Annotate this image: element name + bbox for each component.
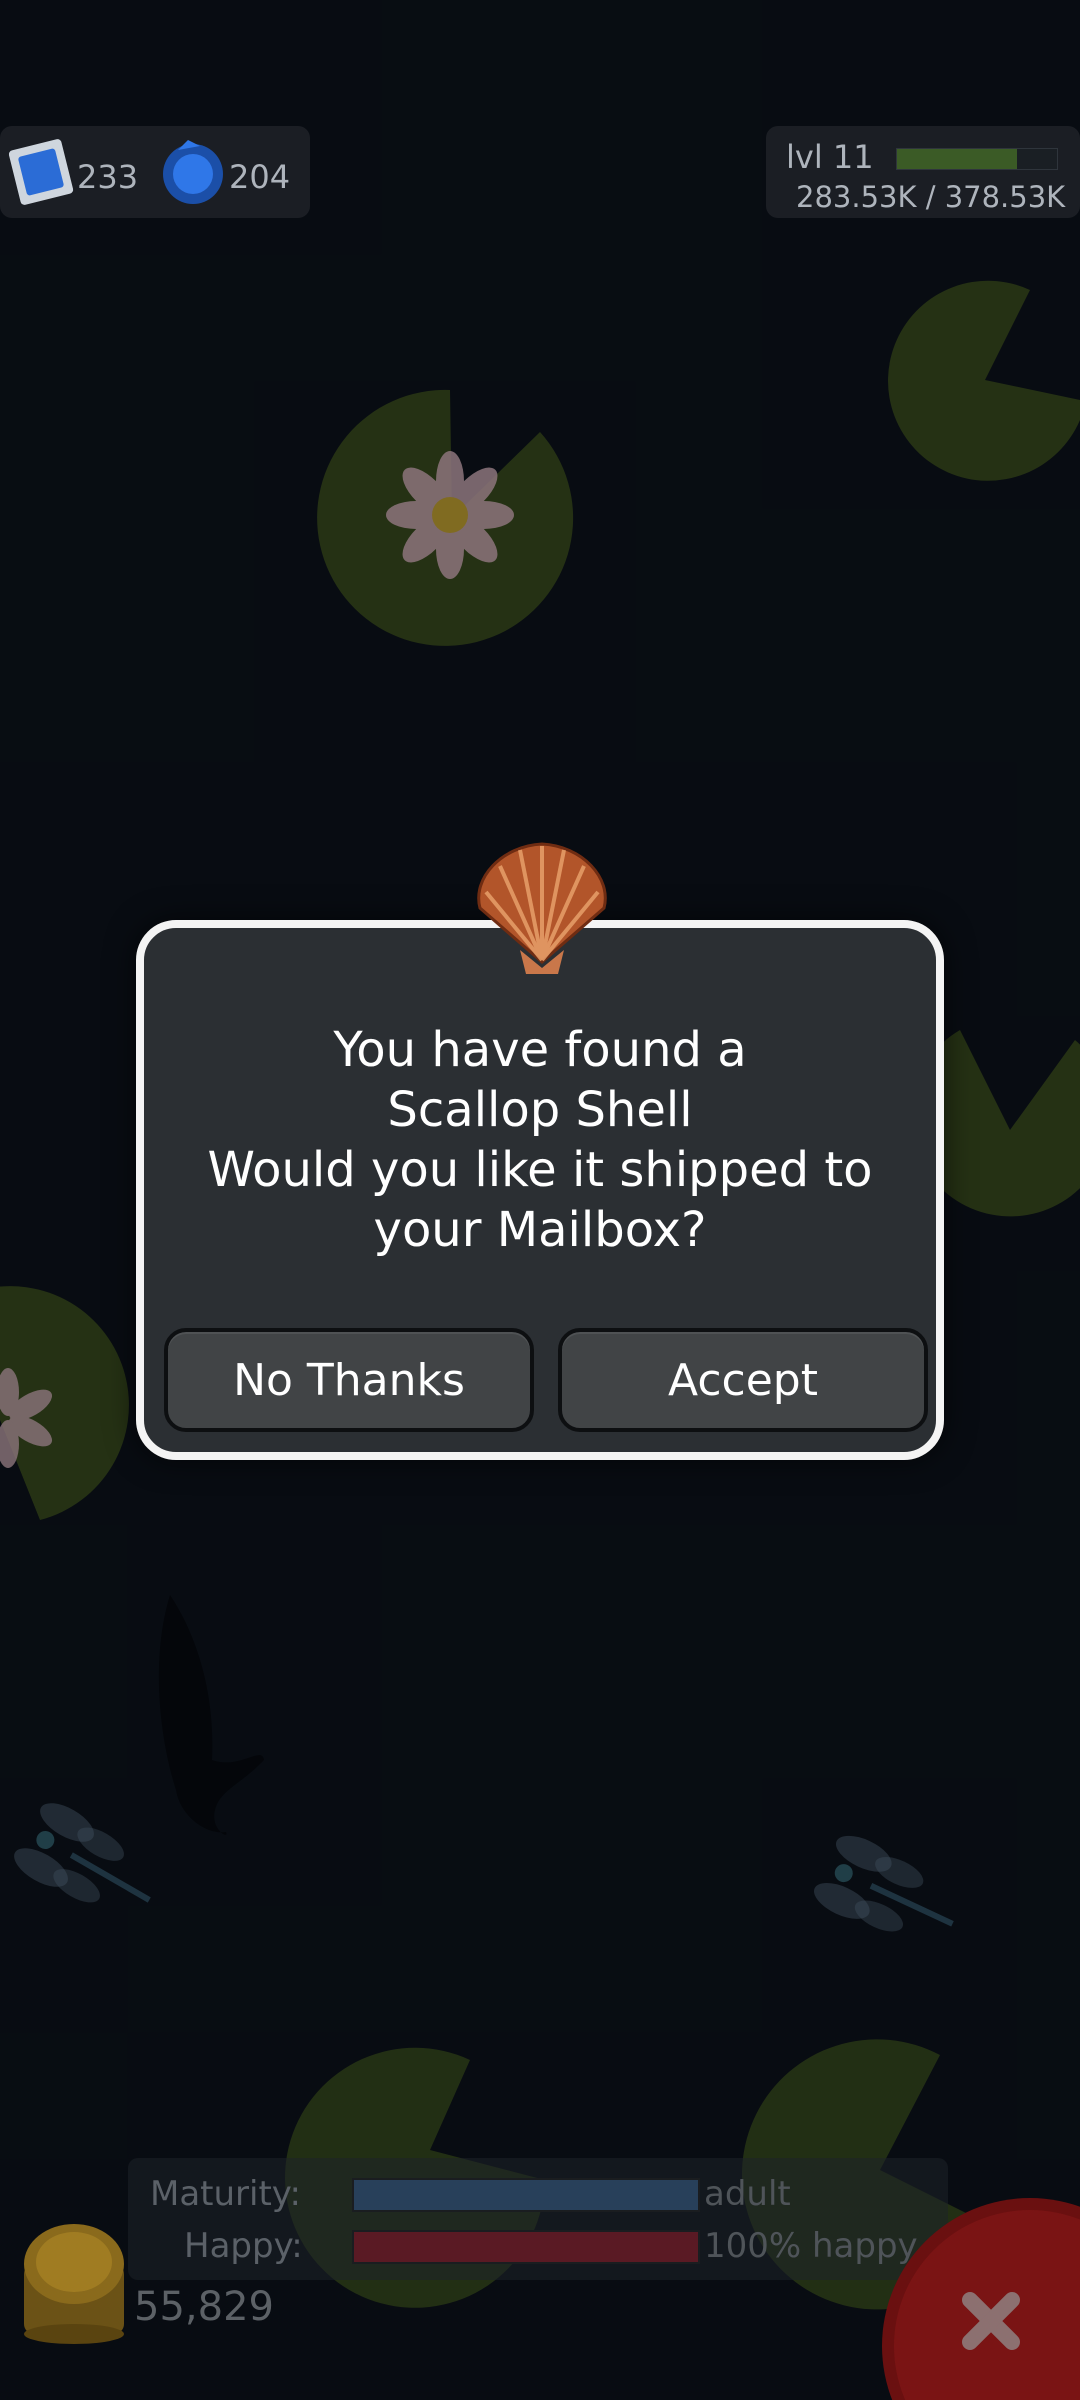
dialog-message: You have found a Scallop Shell Would you… [144, 1020, 936, 1260]
accept-button[interactable]: Accept [558, 1328, 928, 1432]
dialog-message-line: You have found a [333, 1022, 747, 1078]
happy-label: Happy: [184, 2226, 303, 2266]
xp-progress-fill [897, 149, 1017, 169]
maturity-label: Maturity: [150, 2174, 301, 2214]
scallop-shell-icon [477, 842, 607, 974]
dialog-message-line: Would you like it shipped to [207, 1142, 873, 1198]
happy-bar [352, 2230, 700, 2264]
coin-stack-icon [24, 2224, 124, 2344]
maturity-value: adult [704, 2174, 791, 2214]
level-label: lvl 11 [786, 138, 874, 176]
close-icon[interactable] [880, 2196, 1080, 2400]
coin-count: 55,829 [134, 2284, 274, 2330]
stamp-count: 233 [77, 158, 139, 196]
item-found-dialog: You have found a Scallop Shell Would you… [136, 920, 944, 1460]
dialog-item-name: Scallop Shell [387, 1082, 693, 1138]
gem-icon [163, 140, 223, 204]
maturity-bar [352, 2178, 700, 2212]
stamp-icon [8, 139, 74, 205]
no-thanks-button[interactable]: No Thanks [164, 1328, 534, 1432]
gem-count: 204 [229, 158, 291, 196]
game-stage: 233 204 lvl 11 283.53K / 378.53K You hav… [0, 0, 1080, 2400]
xp-progress-bar [896, 148, 1058, 170]
dialog-message-line: your Mailbox? [373, 1202, 707, 1258]
xp-readout: 283.53K / 378.53K [796, 180, 1066, 214]
